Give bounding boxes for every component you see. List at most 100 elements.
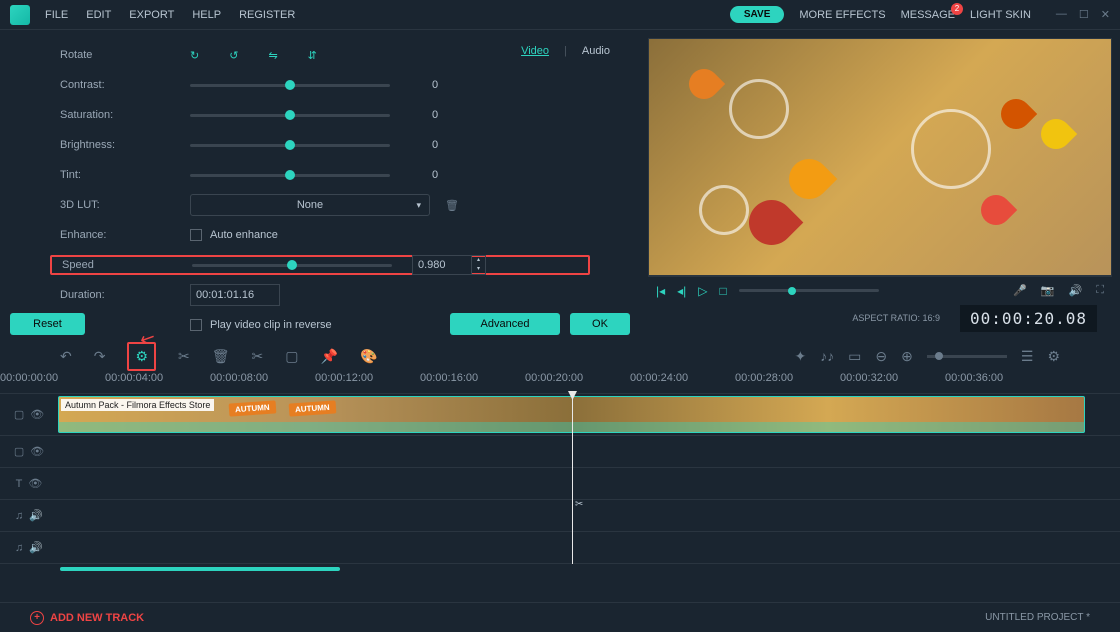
speaker-icon[interactable]: 🔊 — [1069, 284, 1083, 297]
advanced-button[interactable]: Advanced — [450, 313, 560, 335]
auto-enhance-checkbox[interactable] — [190, 229, 202, 241]
contrast-label: Contrast: — [60, 79, 190, 91]
stop-icon[interactable]: □ — [720, 284, 727, 298]
settings-icon[interactable]: ⚙ — [1047, 348, 1060, 365]
properties-panel: Video | Audio Rotate ↻ ↺ ⇋ ⇵ Contrast: 0… — [0, 30, 640, 340]
message-badge: 2 — [951, 3, 963, 15]
zoom-in-icon[interactable]: ⊕ — [901, 348, 913, 365]
timeline-scrollbar[interactable] — [60, 567, 340, 571]
export-frame-icon[interactable]: ▢ — [285, 348, 298, 365]
undo-icon[interactable]: ↶ — [60, 348, 72, 365]
speed-spinner[interactable]: ▴▾ — [472, 255, 486, 275]
eye-icon[interactable]: 👁 — [28, 477, 42, 490]
crop-icon[interactable]: ✂ — [252, 348, 264, 365]
chevron-down-icon: ▾ — [416, 200, 421, 211]
close-icon[interactable]: ✕ — [1101, 8, 1110, 21]
lut-select[interactable]: None▾ — [190, 194, 430, 216]
lut-label: 3D LUT: — [60, 199, 190, 211]
tint-label: Tint: — [60, 169, 190, 181]
menu-help[interactable]: HELP — [192, 9, 221, 21]
plus-icon: + — [30, 611, 44, 625]
transport-bar: |◂ ◂| ▷ □ 🎤 📷 🔊 ⛶ — [648, 276, 1112, 304]
snapshot-icon[interactable]: 📷 — [1041, 284, 1055, 297]
zoom-fit-icon[interactable]: ▭ — [848, 348, 861, 365]
time-ruler[interactable]: 00:00:00:00 00:00:04:00 00:00:08:00 00:0… — [0, 372, 1120, 394]
audio-track-icon: ♫ — [15, 510, 23, 522]
flip-v-icon[interactable]: ⇵ — [308, 49, 317, 62]
audio-track-icon: ♫ — [15, 542, 23, 554]
audio-track-1[interactable]: ♫🔊 — [0, 500, 1120, 532]
duration-input[interactable] — [190, 284, 280, 306]
preview-viewport — [648, 38, 1112, 276]
preview-panel: |◂ ◂| ▷ □ 🎤 📷 🔊 ⛶ ASPECT RATIO: 16:9 00:… — [640, 30, 1120, 340]
zoom-out-icon[interactable]: ⊖ — [875, 348, 887, 365]
eye-icon[interactable]: 👁 — [30, 408, 44, 421]
duration-label: Duration: — [60, 289, 190, 301]
add-new-track-button[interactable]: + ADD NEW TRACK — [30, 611, 144, 625]
prev-frame-icon[interactable]: ◂| — [677, 284, 686, 298]
video-track-1[interactable]: ▢ 👁 Autumn Pack - Filmora Effects Store A… — [0, 394, 1120, 436]
color-icon[interactable]: 🎨 — [360, 348, 377, 365]
cut-marker-icon: ✂ — [575, 499, 583, 510]
brightness-value: 0 — [420, 139, 450, 151]
fullscreen-icon[interactable]: ⛶ — [1096, 284, 1104, 297]
project-name: UNTITLED PROJECT * — [985, 612, 1090, 623]
playhead[interactable] — [572, 394, 573, 564]
text-track[interactable]: T👁 — [0, 468, 1120, 500]
ok-button[interactable]: OK — [570, 313, 630, 335]
minimize-icon[interactable]: — — [1056, 8, 1067, 21]
app-logo-icon — [10, 5, 30, 25]
tab-video[interactable]: Video — [521, 45, 549, 57]
trash-icon[interactable]: 🗑 — [445, 199, 459, 212]
timeline: 00:00:00:00 00:00:04:00 00:00:08:00 00:0… — [0, 372, 1120, 577]
maximize-icon[interactable]: ☐ — [1079, 8, 1089, 21]
tab-audio[interactable]: Audio — [582, 45, 610, 57]
volume-slider[interactable] — [739, 289, 879, 292]
cut-icon[interactable]: ✂ — [178, 348, 190, 365]
eye-icon[interactable]: 👁 — [30, 445, 44, 458]
mic-icon[interactable]: 🎤 — [1013, 284, 1027, 297]
zoom-slider[interactable] — [927, 355, 1007, 358]
play-icon[interactable]: ▷ — [698, 284, 707, 298]
delete-icon[interactable]: 🗑 — [212, 348, 230, 365]
clip-label: Autumn Pack - Filmora Effects Store — [61, 399, 214, 411]
audio-track-2[interactable]: ♫🔊 — [0, 532, 1120, 564]
speed-slider[interactable] — [192, 264, 392, 267]
menu-export[interactable]: EXPORT — [129, 9, 174, 21]
video-track-2[interactable]: ▢👁 — [0, 436, 1120, 468]
speaker-icon[interactable]: 🔊 — [29, 541, 43, 554]
menu-file[interactable]: FILE — [45, 9, 68, 21]
list-icon[interactable]: ☰ — [1021, 348, 1034, 365]
speaker-icon[interactable]: 🔊 — [29, 509, 43, 522]
speed-input[interactable] — [412, 255, 472, 275]
brightness-label: Brightness: — [60, 139, 190, 151]
saturation-value: 0 — [420, 109, 450, 121]
tint-value: 0 — [420, 169, 450, 181]
go-start-icon[interactable]: |◂ — [656, 284, 665, 298]
menu-edit[interactable]: EDIT — [86, 9, 111, 21]
audio-mixer-icon[interactable]: ♪♪ — [820, 348, 834, 364]
brightness-slider[interactable] — [190, 144, 390, 147]
tab-separator: | — [564, 45, 567, 57]
flip-h-icon[interactable]: ⇋ — [268, 49, 277, 62]
auto-enhance-text: Auto enhance — [210, 229, 278, 241]
saturation-slider[interactable] — [190, 114, 390, 117]
contrast-slider[interactable] — [190, 84, 390, 87]
menu-register[interactable]: REGISTER — [239, 9, 295, 21]
message-link[interactable]: MESSAGE 2 — [901, 9, 955, 21]
rotate-cw-icon[interactable]: ↻ — [190, 49, 199, 62]
more-effects-link[interactable]: MORE EFFECTS — [799, 9, 885, 21]
redo-icon[interactable]: ↷ — [94, 348, 106, 365]
clip-tag: AUTUMN — [289, 400, 336, 416]
tint-slider[interactable] — [190, 174, 390, 177]
reset-button[interactable]: Reset — [10, 313, 85, 335]
contrast-value: 0 — [420, 79, 450, 91]
save-button[interactable]: SAVE — [730, 6, 785, 23]
video-track-icon: ▢ — [14, 408, 24, 421]
marker-icon[interactable]: ✦ — [794, 348, 806, 365]
rotate-ccw-icon[interactable]: ↺ — [229, 49, 238, 62]
light-skin-link[interactable]: LIGHT SKIN — [970, 9, 1031, 21]
enhance-label: Enhance: — [60, 229, 190, 241]
saturation-label: Saturation: — [60, 109, 190, 121]
pin-icon[interactable]: 📌 — [321, 348, 338, 365]
